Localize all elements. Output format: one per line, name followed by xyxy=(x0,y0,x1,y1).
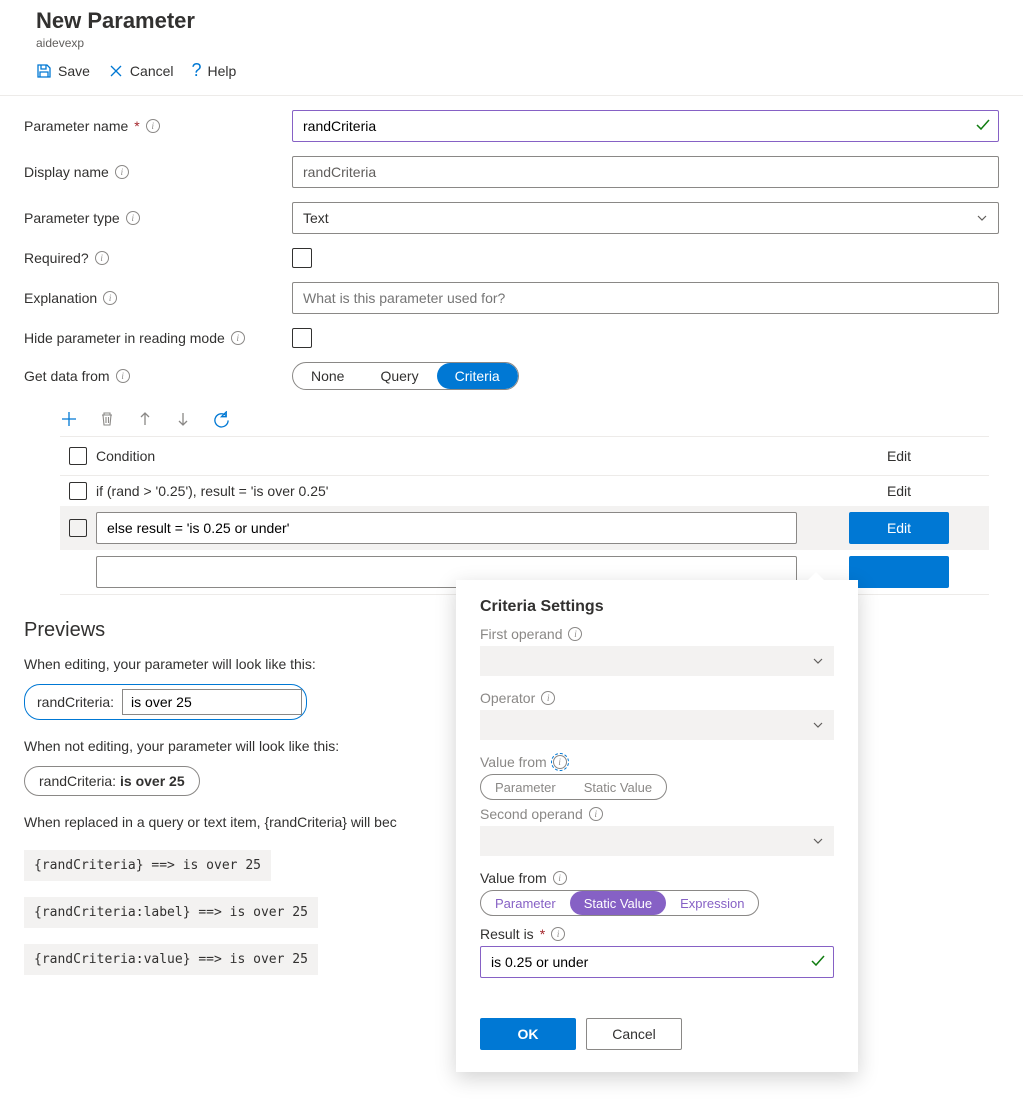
code-sample: {randCriteria:label} ==> is over 25 xyxy=(24,897,318,928)
help-icon: ? xyxy=(192,60,202,81)
chevron-down-icon xyxy=(812,719,824,731)
condition-header: Condition xyxy=(96,448,809,464)
save-label: Save xyxy=(58,63,90,79)
preview-input[interactable] xyxy=(122,689,302,715)
pill-parameter[interactable]: Parameter xyxy=(481,891,570,915)
cancel-icon xyxy=(108,63,124,79)
info-icon[interactable]: i xyxy=(231,331,245,345)
row-checkbox[interactable] xyxy=(69,482,87,500)
check-icon xyxy=(810,953,826,969)
preview-label: randCriteria: xyxy=(39,773,116,789)
add-icon[interactable] xyxy=(60,410,78,428)
required-checkbox[interactable] xyxy=(292,248,312,268)
result-is-label: Result is * i xyxy=(480,926,834,942)
page-subtitle: aidevexp xyxy=(36,36,999,50)
condition-text: if (rand > '0.25'), result = 'is over 0.… xyxy=(96,483,809,499)
pill-parameter[interactable]: Parameter xyxy=(481,775,570,799)
info-icon[interactable]: i xyxy=(126,211,140,225)
display-name-label: Display name i xyxy=(24,164,292,180)
result-input[interactable] xyxy=(480,946,834,978)
header: New Parameter aidevexp Save Cancel ? Hel… xyxy=(0,0,1023,96)
info-icon[interactable]: i xyxy=(551,927,565,941)
criteria-row: Edit xyxy=(60,506,989,550)
info-icon[interactable]: i xyxy=(553,871,567,885)
info-icon[interactable]: i xyxy=(553,755,567,769)
cancel-button[interactable]: Cancel xyxy=(586,1018,682,1050)
parameter-name-label: Parameter name * i xyxy=(24,118,292,134)
value-from-pillgroup-2: Parameter Static Value Expression xyxy=(480,890,759,916)
pill-expression[interactable]: Expression xyxy=(666,891,758,915)
refresh-icon[interactable] xyxy=(212,410,230,428)
parameter-name-input[interactable] xyxy=(292,110,999,142)
form: Parameter name * i Display name i Par xyxy=(0,96,1023,595)
value-from-pillgroup-1: Parameter Static Value xyxy=(480,774,667,800)
popup-title: Criteria Settings xyxy=(480,598,834,616)
second-operand-label: Second operand i xyxy=(480,806,834,822)
code-sample: {randCriteria} ==> is over 25 xyxy=(24,850,271,881)
get-data-pillgroup: None Query Criteria xyxy=(292,362,519,390)
arrow-down-icon[interactable] xyxy=(174,410,192,428)
info-icon[interactable]: i xyxy=(568,627,582,641)
hide-checkbox[interactable] xyxy=(292,328,312,348)
arrow-up-icon[interactable] xyxy=(136,410,154,428)
required-label: Required? i xyxy=(24,250,292,266)
pill-criteria[interactable]: Criteria xyxy=(437,363,518,389)
info-icon[interactable]: i xyxy=(541,691,555,705)
hide-parameter-label: Hide parameter in reading mode i xyxy=(24,330,292,346)
check-icon xyxy=(975,117,991,133)
chevron-down-icon xyxy=(812,835,824,847)
delete-icon[interactable] xyxy=(98,410,116,428)
save-icon xyxy=(36,63,52,79)
pill-none[interactable]: None xyxy=(293,363,362,389)
first-operand-label: First operand i xyxy=(480,626,834,642)
display-name-input[interactable] xyxy=(292,156,999,188)
info-icon[interactable]: i xyxy=(589,807,603,821)
readonly-preview: randCriteria: is over 25 xyxy=(24,766,200,796)
pill-query[interactable]: Query xyxy=(362,363,436,389)
pill-static-value[interactable]: Static Value xyxy=(570,775,666,799)
parameter-type-select[interactable]: Text xyxy=(292,202,999,234)
condition-input[interactable] xyxy=(96,512,797,544)
criteria-row: if (rand > '0.25'), result = 'is over 0.… xyxy=(60,476,989,506)
help-button[interactable]: ? Help xyxy=(192,60,237,81)
page-title: New Parameter xyxy=(36,8,999,34)
code-sample: {randCriteria:value} ==> is over 25 xyxy=(24,944,318,975)
second-operand-select[interactable] xyxy=(480,826,834,856)
preview-label: randCriteria: xyxy=(37,694,114,710)
editing-preview: randCriteria: xyxy=(24,684,307,720)
ok-button[interactable]: OK xyxy=(480,1018,576,1050)
explanation-input[interactable] xyxy=(292,282,999,314)
get-data-from-label: Get data from i xyxy=(24,368,292,384)
info-icon[interactable]: i xyxy=(146,119,160,133)
first-operand-select[interactable] xyxy=(480,646,834,676)
operator-select[interactable] xyxy=(480,710,834,740)
cancel-button[interactable]: Cancel xyxy=(108,60,174,81)
edit-header: Edit xyxy=(809,448,989,464)
operator-label: Operator i xyxy=(480,690,834,706)
criteria-table: Condition Edit if (rand > '0.25'), resul… xyxy=(60,436,989,595)
info-icon[interactable]: i xyxy=(116,369,130,383)
pill-static-value[interactable]: Static Value xyxy=(570,891,666,915)
row-checkbox[interactable] xyxy=(69,519,87,537)
info-icon[interactable]: i xyxy=(115,165,129,179)
preview-value: is over 25 xyxy=(120,773,185,789)
criteria-settings-popup: Criteria Settings First operand i Operat… xyxy=(456,580,858,1072)
chevron-down-icon xyxy=(976,212,988,224)
info-icon[interactable]: i xyxy=(103,291,117,305)
parameter-type-label: Parameter type i xyxy=(24,210,292,226)
save-button[interactable]: Save xyxy=(36,60,90,81)
cancel-label: Cancel xyxy=(130,63,174,79)
select-all-checkbox[interactable] xyxy=(69,447,87,465)
explanation-label: Explanation i xyxy=(24,290,292,306)
chevron-down-icon xyxy=(812,655,824,667)
help-label: Help xyxy=(208,63,237,79)
value-from-label-2: Value from i xyxy=(480,870,834,886)
value-from-label-1: Value from i xyxy=(480,754,834,770)
info-icon[interactable]: i xyxy=(95,251,109,265)
edit-button[interactable]: Edit xyxy=(849,512,949,544)
edit-button-placeholder[interactable] xyxy=(849,556,949,588)
toolbar: Save Cancel ? Help xyxy=(36,60,999,91)
criteria-toolbar xyxy=(24,404,999,436)
edit-link[interactable]: Edit xyxy=(809,483,989,499)
